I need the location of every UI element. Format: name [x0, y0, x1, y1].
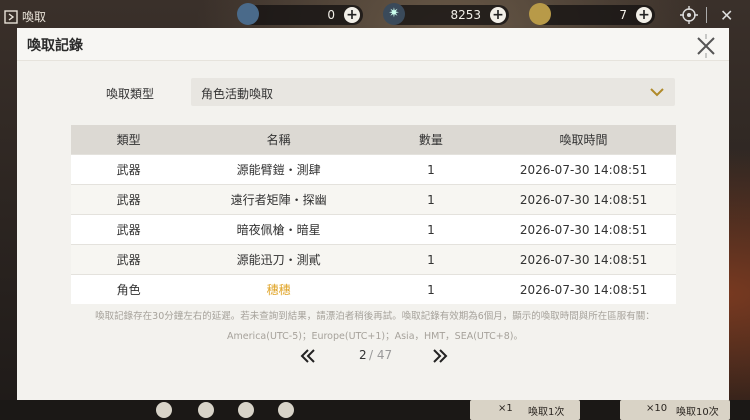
pull-ten-button[interactable]: ×10 喚取10次 — [620, 400, 730, 420]
divider — [706, 7, 707, 23]
previous-page-icon[interactable] — [299, 347, 317, 365]
row-type: 武器 — [71, 184, 187, 215]
row-type: 武器 — [71, 154, 187, 185]
table-header-row: 類型 名稱 數量 喚取時間 — [71, 125, 676, 155]
shop-icon[interactable] — [156, 402, 172, 418]
pull-ten-label: 喚取10次 — [676, 407, 719, 418]
resource-star: ✷ 8253 + — [383, 3, 509, 25]
pagination: 2 / 47 — [287, 344, 467, 368]
resource-value: 0 — [327, 8, 335, 22]
coin-currency-icon — [529, 3, 551, 25]
row-count: 1 — [370, 214, 492, 245]
pull-once-button[interactable]: ×1 喚取1次 — [470, 400, 580, 420]
row-name: 遠行者矩陣・探幽 — [186, 184, 371, 215]
current-page: 2 — [359, 348, 367, 362]
row-count: 1 — [370, 244, 492, 275]
pull-once-cost: ×1 — [498, 403, 513, 414]
next-page-icon[interactable] — [431, 347, 449, 365]
history-table: 類型 名稱 數量 喚取時間 武器 源能臂鎧・測肆 1 2026-07-30 14… — [71, 125, 676, 304]
total-pages: / 47 — [369, 348, 393, 362]
resource-value: 7 — [619, 8, 627, 22]
add-resource-button[interactable]: + — [344, 7, 360, 23]
column-header-type: 類型 — [71, 125, 187, 155]
history-notice: 喚取記錄存在30分鐘左右的延遲。若未查詢到結果，請漂泊者稍後再試。喚取記錄有效期… — [75, 307, 675, 347]
row-name-highlighted: 穗穗 — [186, 274, 371, 304]
gacha-history-dialog: 喚取記錄 喚取類型 角色活動喚取 類型 名稱 數量 喚取時間 武器 源能臂鎧・測… — [17, 28, 729, 402]
row-type: 武器 — [71, 244, 187, 275]
row-count: 1 — [370, 274, 492, 304]
row-count: 1 — [370, 154, 492, 185]
row-type: 角色 — [71, 274, 187, 304]
notice-line-1: 喚取記錄存在30分鐘左右的延遲。若未查詢到結果，請漂泊者稍後再試。喚取記錄有效期… — [95, 311, 655, 322]
column-header-count: 數量 — [370, 125, 492, 155]
pull-type-value: 角色活動喚取 — [201, 87, 274, 101]
table-row: 武器 源能臂鎧・測肆 1 2026-07-30 14:08:51 — [71, 154, 676, 185]
row-time: 2026-07-30 14:08:51 — [491, 274, 676, 304]
row-count: 1 — [370, 184, 492, 215]
cd-currency-icon — [237, 3, 259, 25]
pull-ten-cost: ×10 — [646, 403, 668, 414]
close-screen-icon[interactable]: ✕ — [720, 6, 733, 25]
settings-target-icon[interactable] — [680, 6, 698, 24]
dialog-title: 喚取記錄 — [27, 38, 83, 54]
dialog-header: 喚取記錄 — [17, 28, 729, 61]
row-type: 武器 — [71, 214, 187, 245]
row-name: 源能臂鎧・測肆 — [186, 154, 371, 185]
row-name: 暗夜佩槍・暗星 — [186, 214, 371, 245]
detail-icon[interactable] — [198, 402, 214, 418]
row-time: 2026-07-30 14:08:51 — [491, 154, 676, 185]
pull-type-select[interactable]: 角色活動喚取 — [191, 78, 675, 106]
resource-value: 8253 — [450, 8, 481, 22]
close-icon[interactable] — [691, 31, 721, 61]
star-currency-icon: ✷ — [383, 3, 405, 25]
add-resource-button[interactable]: + — [636, 7, 652, 23]
resource-cd: 0 + — [237, 3, 363, 25]
filter-label: 喚取類型 — [106, 87, 155, 101]
back-icon[interactable] — [4, 9, 18, 24]
dialog-body: 喚取類型 角色活動喚取 類型 名稱 數量 喚取時間 武器 源能臂鎧・測肆 1 2… — [17, 61, 729, 402]
row-time: 2026-07-30 14:08:51 — [491, 214, 676, 245]
info-icon[interactable] — [238, 402, 254, 418]
add-resource-button[interactable]: + — [490, 7, 506, 23]
table-row: 角色 穗穗 1 2026-07-30 14:08:51 — [71, 274, 676, 304]
column-header-time: 喚取時間 — [491, 125, 676, 155]
table-row: 武器 遠行者矩陣・探幽 1 2026-07-30 14:08:51 — [71, 184, 676, 215]
row-time: 2026-07-30 14:08:51 — [491, 184, 676, 215]
row-name: 源能迅刀・測貳 — [186, 244, 371, 275]
column-header-name: 名稱 — [186, 125, 371, 155]
bottom-bar: ×1 喚取1次 ×10 喚取10次 — [0, 400, 750, 420]
chevron-down-icon[interactable] — [649, 84, 665, 100]
screen-title: 喚取 — [22, 10, 47, 24]
pull-once-label: 喚取1次 — [528, 407, 565, 418]
back-title[interactable]: 喚取 — [4, 8, 46, 25]
history-icon[interactable] — [278, 402, 294, 418]
table-row: 武器 源能迅刀・測貳 1 2026-07-30 14:08:51 — [71, 244, 676, 275]
row-time: 2026-07-30 14:08:51 — [491, 244, 676, 275]
resource-coin: 7 + — [529, 3, 655, 25]
table-row: 武器 暗夜佩槍・暗星 1 2026-07-30 14:08:51 — [71, 214, 676, 245]
